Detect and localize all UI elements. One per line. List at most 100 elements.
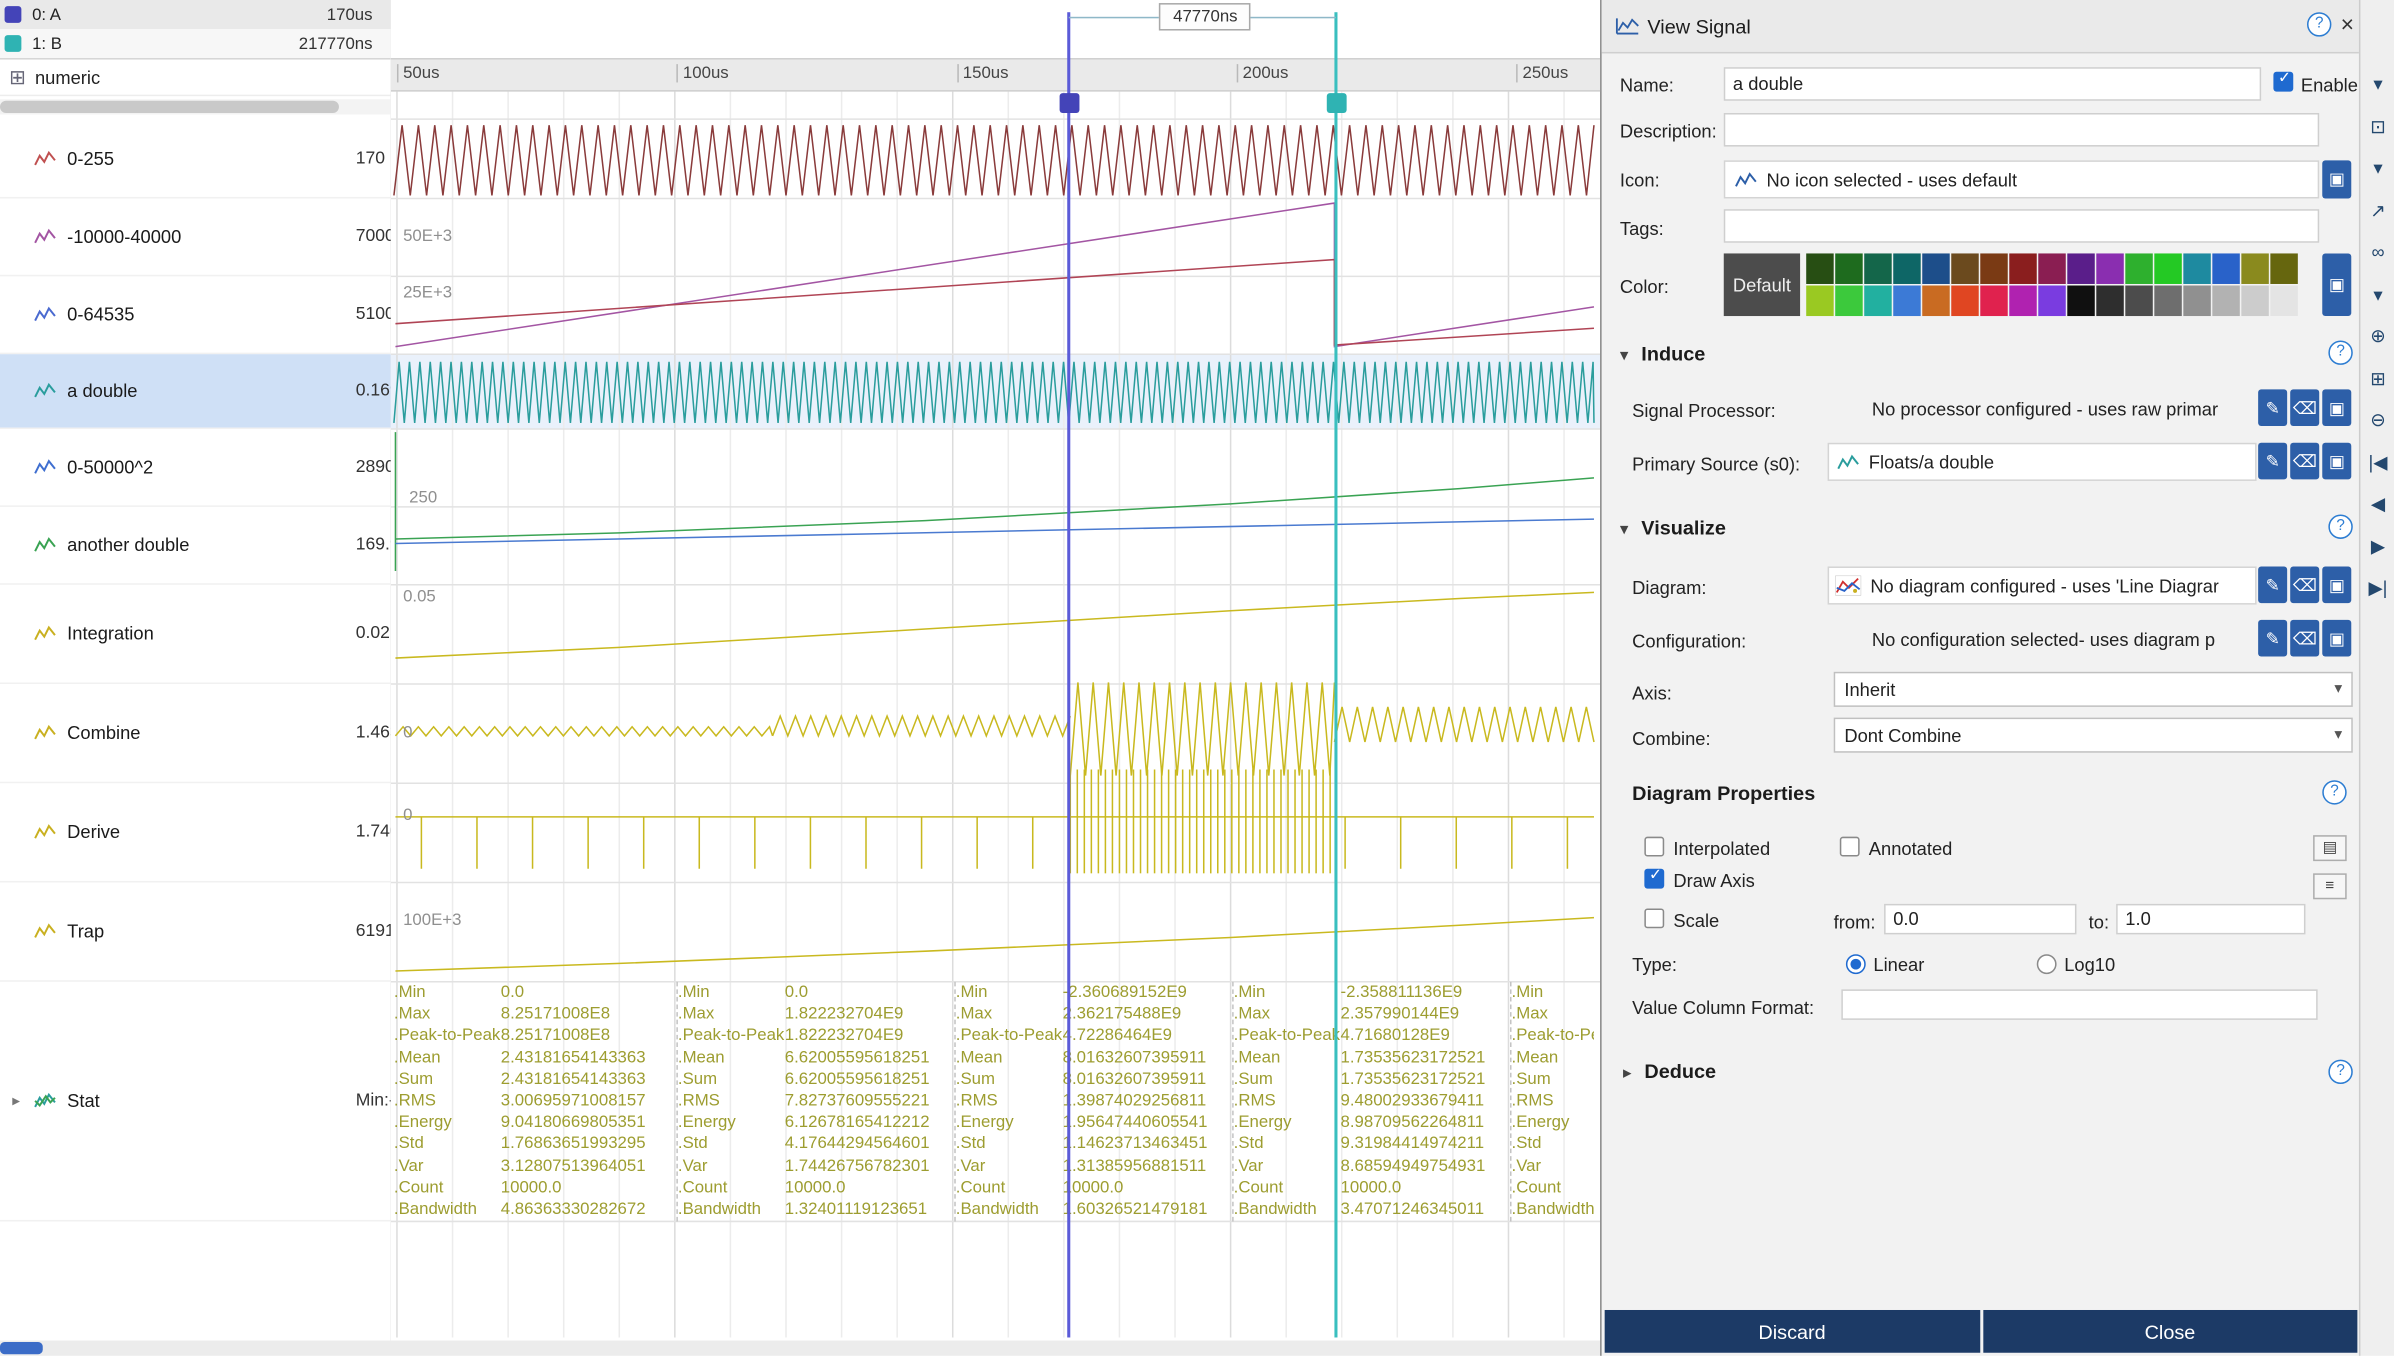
color-swatch[interactable]	[1835, 253, 1862, 284]
color-swatch[interactable]	[2038, 286, 2065, 317]
cursor-a-marker[interactable]	[1059, 93, 1079, 113]
linear-radio[interactable]	[1846, 954, 1866, 974]
zoom-fit-icon[interactable]: ⊞	[2360, 361, 2394, 395]
configuration-field[interactable]: No configuration selected- uses diagram …	[1828, 620, 2257, 658]
help-icon[interactable]: ?	[2322, 780, 2346, 804]
next-icon[interactable]: ▶	[2360, 529, 2394, 563]
chevron-down-icon[interactable]: ▾	[2360, 277, 2394, 311]
color-swatch[interactable]	[2241, 253, 2268, 284]
color-swatch[interactable]	[2067, 286, 2094, 317]
color-swatch[interactable]	[2212, 253, 2239, 284]
interpolated-checkbox[interactable]	[1644, 837, 1664, 857]
clear-icon[interactable]: ⌫	[2290, 389, 2319, 426]
zoom-out-icon[interactable]: ⊖	[2360, 403, 2394, 437]
name-input[interactable]	[1724, 67, 2261, 101]
help-icon[interactable]: ?	[2328, 340, 2352, 364]
sidebar-item-a-double[interactable]: a double0.169	[0, 354, 391, 429]
help-icon[interactable]: ?	[2328, 515, 2352, 539]
diagram-field[interactable]: No diagram configured - uses 'Line Diagr…	[1828, 566, 2257, 604]
help-icon[interactable]: ?	[2328, 1060, 2352, 1084]
color-swatch[interactable]	[1951, 286, 1978, 317]
clear-icon[interactable]: ⌫	[2290, 620, 2319, 657]
color-swatch[interactable]	[2067, 253, 2094, 284]
waveform-area[interactable]: 50us100us150us200us250us 50E+325E+32500.…	[391, 0, 1600, 1341]
color-swatch[interactable]	[2183, 286, 2210, 317]
color-swatch[interactable]	[2009, 286, 2036, 317]
description-input[interactable]	[1724, 113, 2319, 147]
skip-end-icon[interactable]: ▶|	[2360, 571, 2394, 605]
color-swatch[interactable]	[2270, 253, 2297, 284]
sidebar-item-combine[interactable]: Combine1.463	[0, 684, 391, 783]
scale-checkbox[interactable]	[1644, 908, 1664, 928]
annotated-checkbox[interactable]	[1840, 837, 1860, 857]
color-swatch[interactable]	[1980, 253, 2007, 284]
color-default-swatch[interactable]: Default	[1724, 253, 1800, 316]
cursor-delta-label[interactable]: 47770ns	[1160, 3, 1252, 30]
edit-icon[interactable]: ✎	[2258, 443, 2287, 480]
cursor-row-b[interactable]: 1: B 217770ns	[0, 29, 391, 60]
cursor-b-line[interactable]	[1334, 12, 1337, 1337]
scale-to-input[interactable]	[2116, 904, 2305, 935]
collapse-chevron-icon[interactable]: ▾	[2360, 67, 2394, 101]
draw-axis-checkbox[interactable]	[1644, 869, 1664, 889]
chevron-down-icon[interactable]: ▾	[2360, 151, 2394, 185]
panel-window-icon[interactable]: ⊡	[2360, 109, 2394, 143]
sidebar-horizontal-scrollbar[interactable]	[0, 99, 391, 114]
chevron-down-icon[interactable]: ▾	[1620, 345, 1628, 365]
color-swatch[interactable]	[1806, 286, 1833, 317]
signal-processor-field[interactable]: No processor configured - uses raw prima…	[1828, 389, 2257, 427]
cursor-b-marker[interactable]	[1327, 93, 1347, 113]
sidebar-item--10000-40000[interactable]: -10000-400007000	[0, 198, 391, 276]
bottom-horizontal-scrollbar[interactable]	[0, 1341, 1600, 1356]
induce-section-header[interactable]: Induce	[1641, 342, 1705, 365]
sidebar-item-stat[interactable]: ▸StatMin:-2	[0, 982, 391, 1222]
color-swatch[interactable]	[2183, 253, 2210, 284]
deduce-section-header[interactable]: Deduce	[1644, 1060, 1716, 1083]
browse-icon[interactable]: ▣	[2322, 443, 2351, 480]
skip-start-icon[interactable]: |◀	[2360, 445, 2394, 479]
zoom-in-icon[interactable]: ⊕	[2360, 319, 2394, 353]
sidebar-item-derive[interactable]: Derive1.740	[0, 783, 391, 882]
expander-icon[interactable]: ▸	[12, 1092, 20, 1109]
keypad-icon[interactable]: ▤	[2313, 835, 2347, 861]
edit-icon[interactable]: ✎	[2258, 620, 2287, 657]
cursor-row-a[interactable]: 0: A 170us	[0, 0, 391, 29]
scale-from-input[interactable]	[1884, 904, 2076, 935]
axis-select[interactable]: Inherit ▾	[1834, 672, 2353, 707]
edit-icon[interactable]: ✎	[2258, 566, 2287, 603]
color-swatch[interactable]	[2154, 286, 2181, 317]
visualize-section-header[interactable]: Visualize	[1641, 516, 1726, 539]
color-swatch[interactable]	[1980, 286, 2007, 317]
sidebar-item-0-50000-2[interactable]: 0-50000^22890	[0, 429, 391, 507]
sidebar-item-another-double[interactable]: another double169.9	[0, 507, 391, 585]
cursor-a-line[interactable]	[1067, 12, 1070, 1337]
color-swatch[interactable]	[1864, 253, 1891, 284]
chevron-down-icon[interactable]: ▾	[1620, 519, 1628, 539]
color-swatch[interactable]	[1951, 253, 1978, 284]
color-swatch[interactable]	[1864, 286, 1891, 317]
export-icon[interactable]: ↗	[2360, 193, 2394, 227]
icon-field[interactable]: No icon selected - uses default	[1724, 160, 2319, 198]
color-swatch[interactable]	[2154, 253, 2181, 284]
help-icon[interactable]: ?	[2307, 12, 2331, 36]
color-swatch[interactable]	[2009, 253, 2036, 284]
color-swatch[interactable]	[2212, 286, 2239, 317]
scrollbar-thumb[interactable]	[0, 1342, 43, 1354]
color-swatch[interactable]	[2038, 253, 2065, 284]
sidebar-item-0-64535[interactable]: 0-645355100	[0, 276, 391, 354]
chevron-right-icon[interactable]: ▸	[1623, 1063, 1631, 1083]
color-swatch[interactable]	[1893, 286, 1920, 317]
color-swatch[interactable]	[2096, 253, 2123, 284]
value-column-format-input[interactable]	[1841, 989, 2317, 1020]
color-swatch[interactable]	[2125, 286, 2152, 317]
icon-picker-button[interactable]: ▣	[2322, 160, 2351, 198]
color-swatch[interactable]	[2270, 286, 2297, 317]
scrollbar-thumb[interactable]	[0, 101, 339, 113]
tags-input[interactable]	[1724, 209, 2319, 243]
combine-select[interactable]: Dont Combine ▾	[1834, 718, 2353, 753]
color-swatch[interactable]	[2125, 253, 2152, 284]
browse-icon[interactable]: ▣	[2322, 620, 2351, 657]
attach-icon[interactable]: ∞	[2360, 235, 2394, 269]
log10-radio[interactable]	[2037, 954, 2057, 974]
group-header-numeric[interactable]: ⊞ numeric	[0, 61, 391, 96]
